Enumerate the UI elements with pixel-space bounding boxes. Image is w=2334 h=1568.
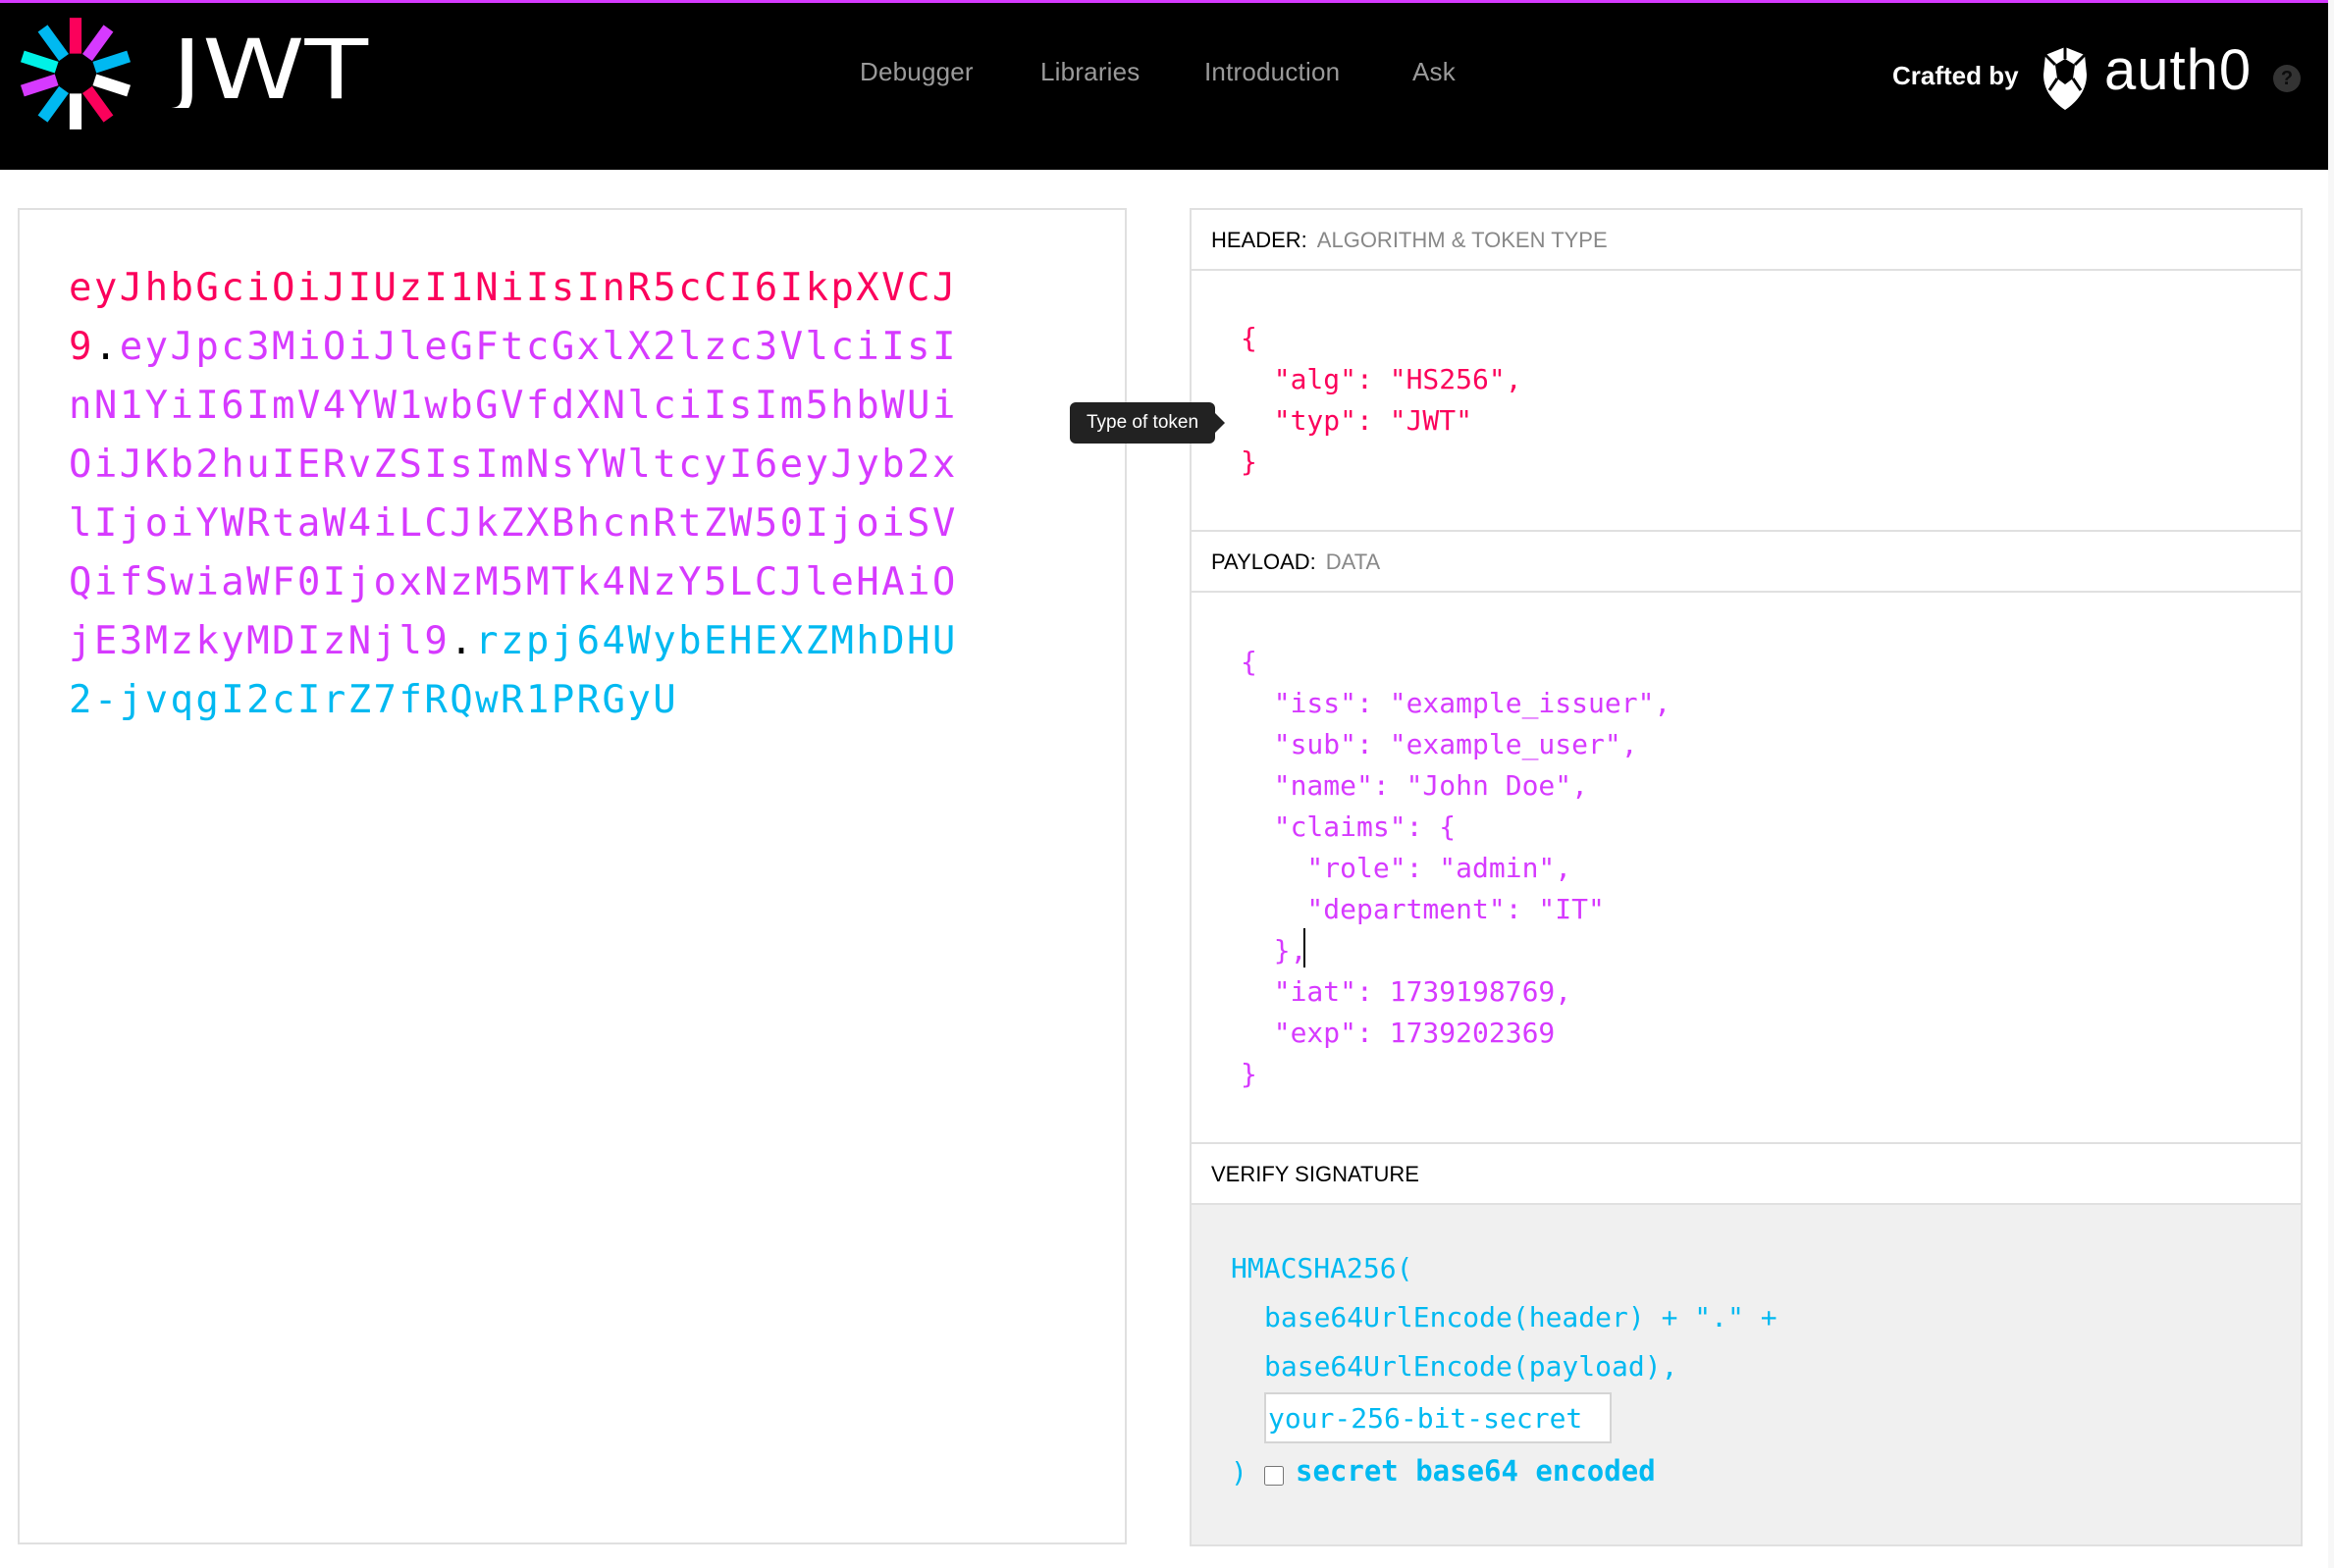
header-section-title: HEADER: ALGORITHM & TOKEN TYPE [1192, 210, 2301, 271]
jwt-logo-icon[interactable] [16, 14, 135, 133]
hmac-function-open: HMACSHA256( [1231, 1252, 1413, 1284]
jwt-wordmark[interactable]: JWT [172, 33, 373, 108]
verify-title: VERIFY SIGNATURE [1211, 1162, 1419, 1186]
token-payload-part: eyJpc3MiOiJleGFtcGxlX2lzc3VlciIsInN1YiI6… [69, 325, 958, 663]
tooltip-arrow [1213, 411, 1225, 435]
crafted-by-label: Crafted by [1892, 61, 2019, 90]
header-json[interactable]: { "alg": "HS256", "typ": "JWT" } [1241, 318, 1522, 483]
token-separator-dot: . [93, 325, 120, 369]
nav-libraries[interactable]: Libraries [1040, 57, 1140, 90]
auth0-shield-icon[interactable] [2038, 45, 2093, 112]
hmac-payload-arg: base64UrlEncode(payload), [1264, 1350, 1678, 1383]
token-separator-dot: . [450, 619, 476, 663]
page-right-edge [2328, 0, 2334, 1568]
nav-ask[interactable]: Ask [1412, 57, 1456, 90]
secret-base64-label[interactable]: secret base64 encoded [1296, 1454, 1656, 1488]
hmac-function-close: ) [1231, 1456, 1247, 1489]
auth0-wordmark[interactable]: auth0 [2104, 37, 2252, 103]
top-navigation-bar: JWT Debugger Libraries Introduction Ask … [0, 0, 2334, 170]
decoded-panel: HEADER: ALGORITHM & TOKEN TYPE { "alg": "… [1190, 208, 2303, 1546]
nav-debugger[interactable]: Debugger [860, 57, 974, 90]
secret-base64-checkbox[interactable] [1264, 1466, 1284, 1486]
help-icon[interactable]: ? [2273, 65, 2301, 92]
payload-subtitle: DATA [1325, 549, 1381, 574]
text-cursor [1303, 928, 1305, 967]
payload-title: PAYLOAD: [1211, 549, 1316, 574]
top-accent-line [0, 0, 2334, 3]
encoded-token-text[interactable]: eyJhbGciOiJIUzI1NiIsInR5cCI6IkpXVCJ9.eyJ… [69, 259, 981, 730]
encoded-token-panel[interactable]: eyJhbGciOiJIUzI1NiIsInR5cCI6IkpXVCJ9.eyJ… [18, 208, 1127, 1544]
header-title: HEADER: [1211, 228, 1307, 252]
payload-section-title: PAYLOAD: DATA [1192, 532, 2301, 593]
type-of-token-tooltip: Type of token [1070, 402, 1215, 444]
payload-json[interactable]: { "iss": "example_issuer", "sub": "examp… [1241, 642, 1671, 1095]
secret-input[interactable] [1264, 1392, 1612, 1443]
verify-section-title: VERIFY SIGNATURE [1192, 1144, 2301, 1205]
nav-introduction[interactable]: Introduction [1204, 57, 1340, 90]
brand-text: JWT [172, 33, 369, 108]
hmac-header-arg: base64UrlEncode(header) + "." + [1264, 1301, 1777, 1333]
header-subtitle: ALGORITHM & TOKEN TYPE [1316, 228, 1608, 252]
